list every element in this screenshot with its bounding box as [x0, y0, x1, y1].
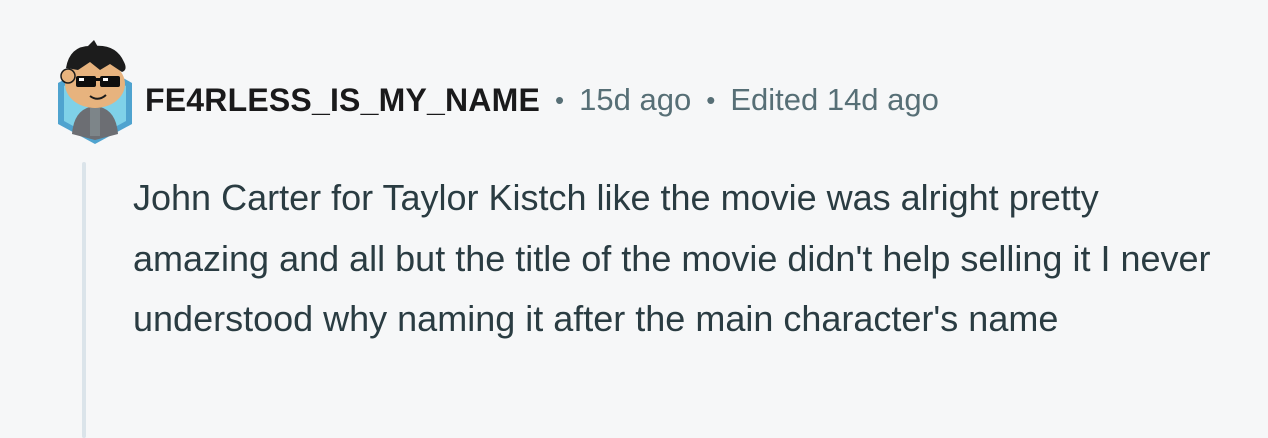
username-link[interactable]: FE4RLESS_IS_MY_NAME: [145, 82, 540, 119]
user-avatar[interactable]: [52, 40, 138, 146]
comment-header: FE4RLESS_IS_MY_NAME • 15d ago • Edited 1…: [145, 78, 939, 122]
comment: FE4RLESS_IS_MY_NAME • 15d ago • Edited 1…: [0, 0, 1268, 438]
comment-body: John Carter for Taylor Kistch like the m…: [133, 177, 1211, 339]
separator-dot: •: [555, 85, 565, 115]
thread-line[interactable]: [82, 162, 86, 438]
timestamp[interactable]: 15d ago: [579, 82, 691, 118]
separator-dot: •: [706, 85, 716, 115]
edited-label: Edited 14d ago: [730, 82, 939, 117]
